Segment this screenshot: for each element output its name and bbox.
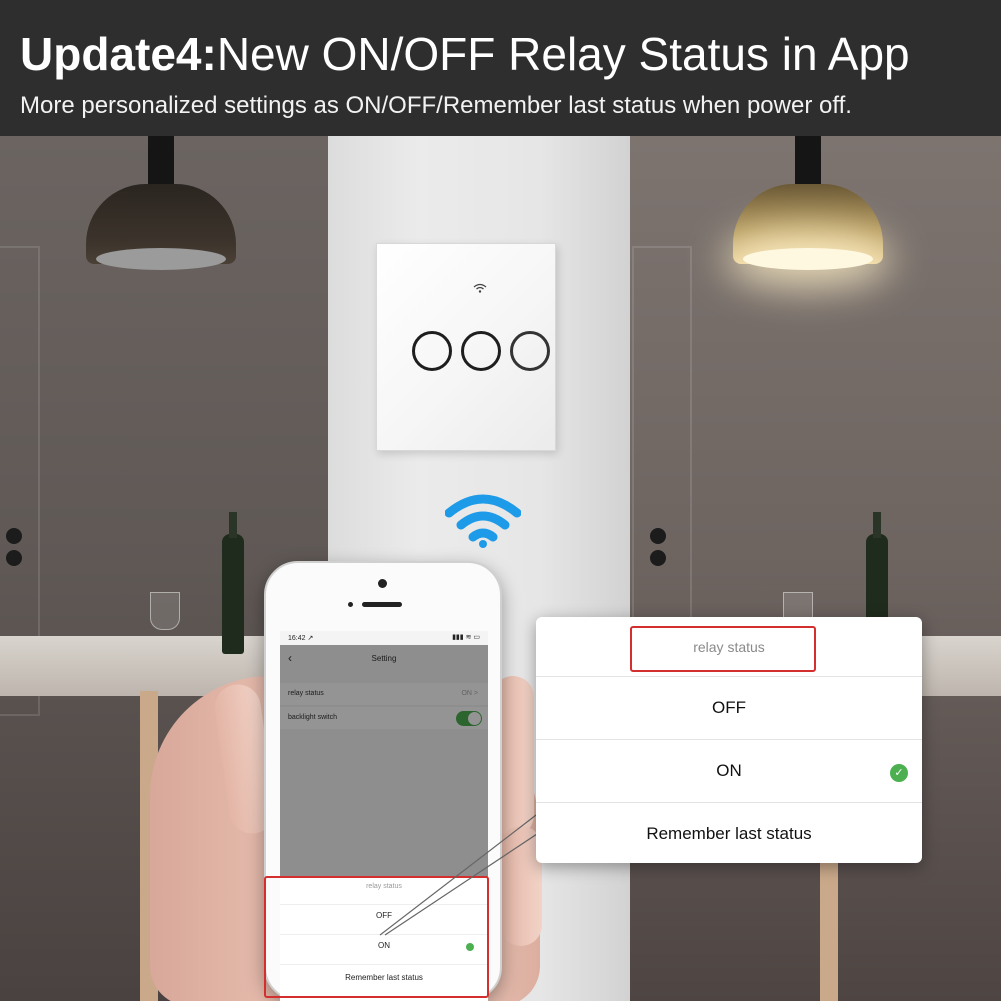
popup-option-remember[interactable]: Remember last status — [536, 803, 922, 866]
earpiece-speaker — [362, 602, 402, 607]
popup-option-off[interactable]: OFF — [536, 677, 922, 740]
banner-title: Update4:New ON/OFF Relay Status in App — [20, 26, 910, 82]
wine-glass — [150, 592, 180, 630]
popup-header-highlight — [630, 626, 816, 672]
header-banner: Update4:New ON/OFF Relay Status in App M… — [0, 0, 1001, 136]
front-camera — [378, 579, 387, 588]
banner-title-bold: Update4: — [20, 28, 217, 80]
check-circle-icon: ✓ — [890, 764, 908, 782]
status-time: 16:42 ↗ — [288, 635, 314, 642]
popup-option-on[interactable]: ON ✓ — [536, 740, 922, 803]
phone-status-bar: 16:42 ↗ ▮▮▮ ≋ ▭ — [280, 631, 488, 645]
banner-title-rest: New ON/OFF Relay Status in App — [216, 28, 910, 80]
banner-subtitle: More personalized settings as ON/OFF/Rem… — [20, 92, 852, 119]
door-lock — [6, 550, 22, 566]
touch-button-1 — [412, 331, 452, 371]
phone-sheet-highlight — [264, 876, 489, 998]
wall-switch — [376, 243, 556, 451]
room-scene: 16:42 ↗ ▮▮▮ ≋ ▭ ‹ Setting relay status O… — [0, 136, 1001, 1001]
door-knob — [6, 528, 22, 544]
door-knob — [650, 528, 666, 544]
status-icons: ▮▮▮ ≋ ▭ — [452, 634, 480, 641]
sensor-dot — [348, 602, 353, 607]
touch-button-2 — [461, 331, 501, 371]
option-label: ON — [716, 761, 742, 780]
modal-overlay — [280, 723, 488, 877]
wine-bottle — [222, 512, 244, 654]
switch-wifi-icon — [473, 282, 487, 296]
wifi-icon — [444, 491, 522, 549]
option-label: Remember last status — [646, 824, 812, 843]
modal-overlay — [280, 645, 488, 723]
door-lock — [650, 550, 666, 566]
option-label: OFF — [712, 698, 746, 717]
touch-button-3 — [510, 331, 550, 371]
